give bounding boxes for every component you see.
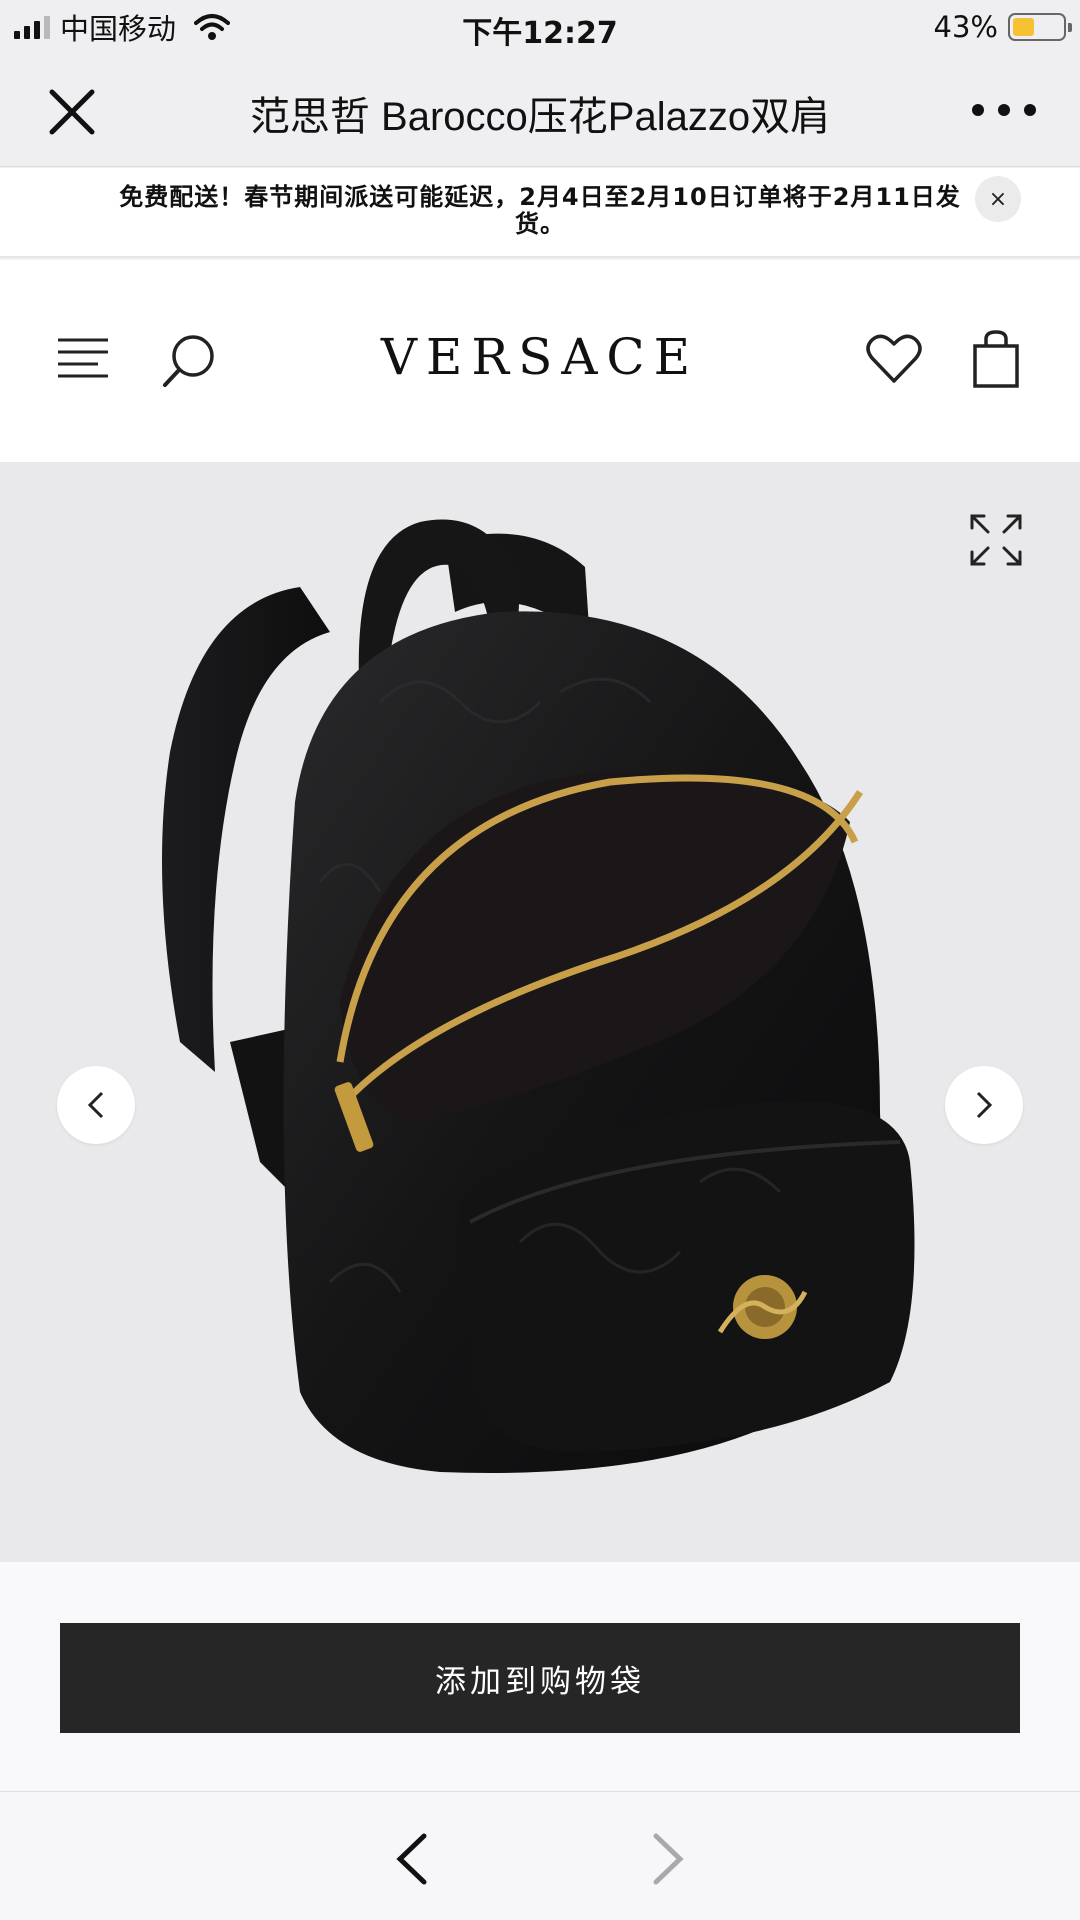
back-arrow-icon[interactable] bbox=[390, 1832, 434, 1886]
product-gallery[interactable] bbox=[0, 462, 1080, 1562]
chevron-left-icon bbox=[87, 1091, 104, 1119]
site-header: VERSACE bbox=[0, 260, 1080, 462]
next-image-button[interactable] bbox=[945, 1066, 1023, 1144]
shopping-bag-icon[interactable] bbox=[972, 330, 1020, 388]
more-horizontal-icon[interactable] bbox=[972, 94, 1036, 126]
close-small-icon: × bbox=[988, 186, 1008, 212]
promo-close-button[interactable]: × bbox=[975, 176, 1021, 222]
status-time: 下午12:27 bbox=[462, 16, 618, 51]
browser-bottom-nav bbox=[0, 1791, 1080, 1920]
promo-banner: 免费配送！春节期间派送可能延迟，2月4日至2月10日订单将于2月11日发货。 bbox=[0, 168, 1080, 258]
battery-percent: 43% bbox=[933, 10, 998, 44]
product-image bbox=[162, 519, 915, 1473]
battery-fill bbox=[1013, 18, 1034, 36]
close-icon[interactable] bbox=[44, 84, 100, 140]
expand-icon[interactable] bbox=[968, 512, 1024, 568]
add-to-bag-button[interactable]: 添加到购物袋 bbox=[60, 1623, 1020, 1733]
previous-image-button[interactable] bbox=[57, 1066, 135, 1144]
forward-arrow-icon[interactable] bbox=[646, 1832, 690, 1886]
screen: 中国移动 下午12:27 43% 范思哲 Barocco压花Palazzo双肩 … bbox=[0, 0, 1080, 1920]
promo-text: 免费配送！春节期间派送可能延迟，2月4日至2月10日订单将于2月11日发货。 bbox=[119, 183, 961, 238]
browser-title-bar: 范思哲 Barocco压花Palazzo双肩 bbox=[0, 54, 1080, 167]
page-title: 范思哲 Barocco压花Palazzo双肩 bbox=[249, 95, 831, 139]
add-to-bag-area: 添加到购物袋 bbox=[0, 1562, 1080, 1792]
chevron-right-icon bbox=[976, 1091, 993, 1119]
heart-icon[interactable] bbox=[866, 332, 922, 386]
battery-icon bbox=[1008, 13, 1072, 41]
status-right: 43% bbox=[933, 8, 1072, 46]
status-bar: 中国移动 下午12:27 43% bbox=[0, 0, 1080, 54]
